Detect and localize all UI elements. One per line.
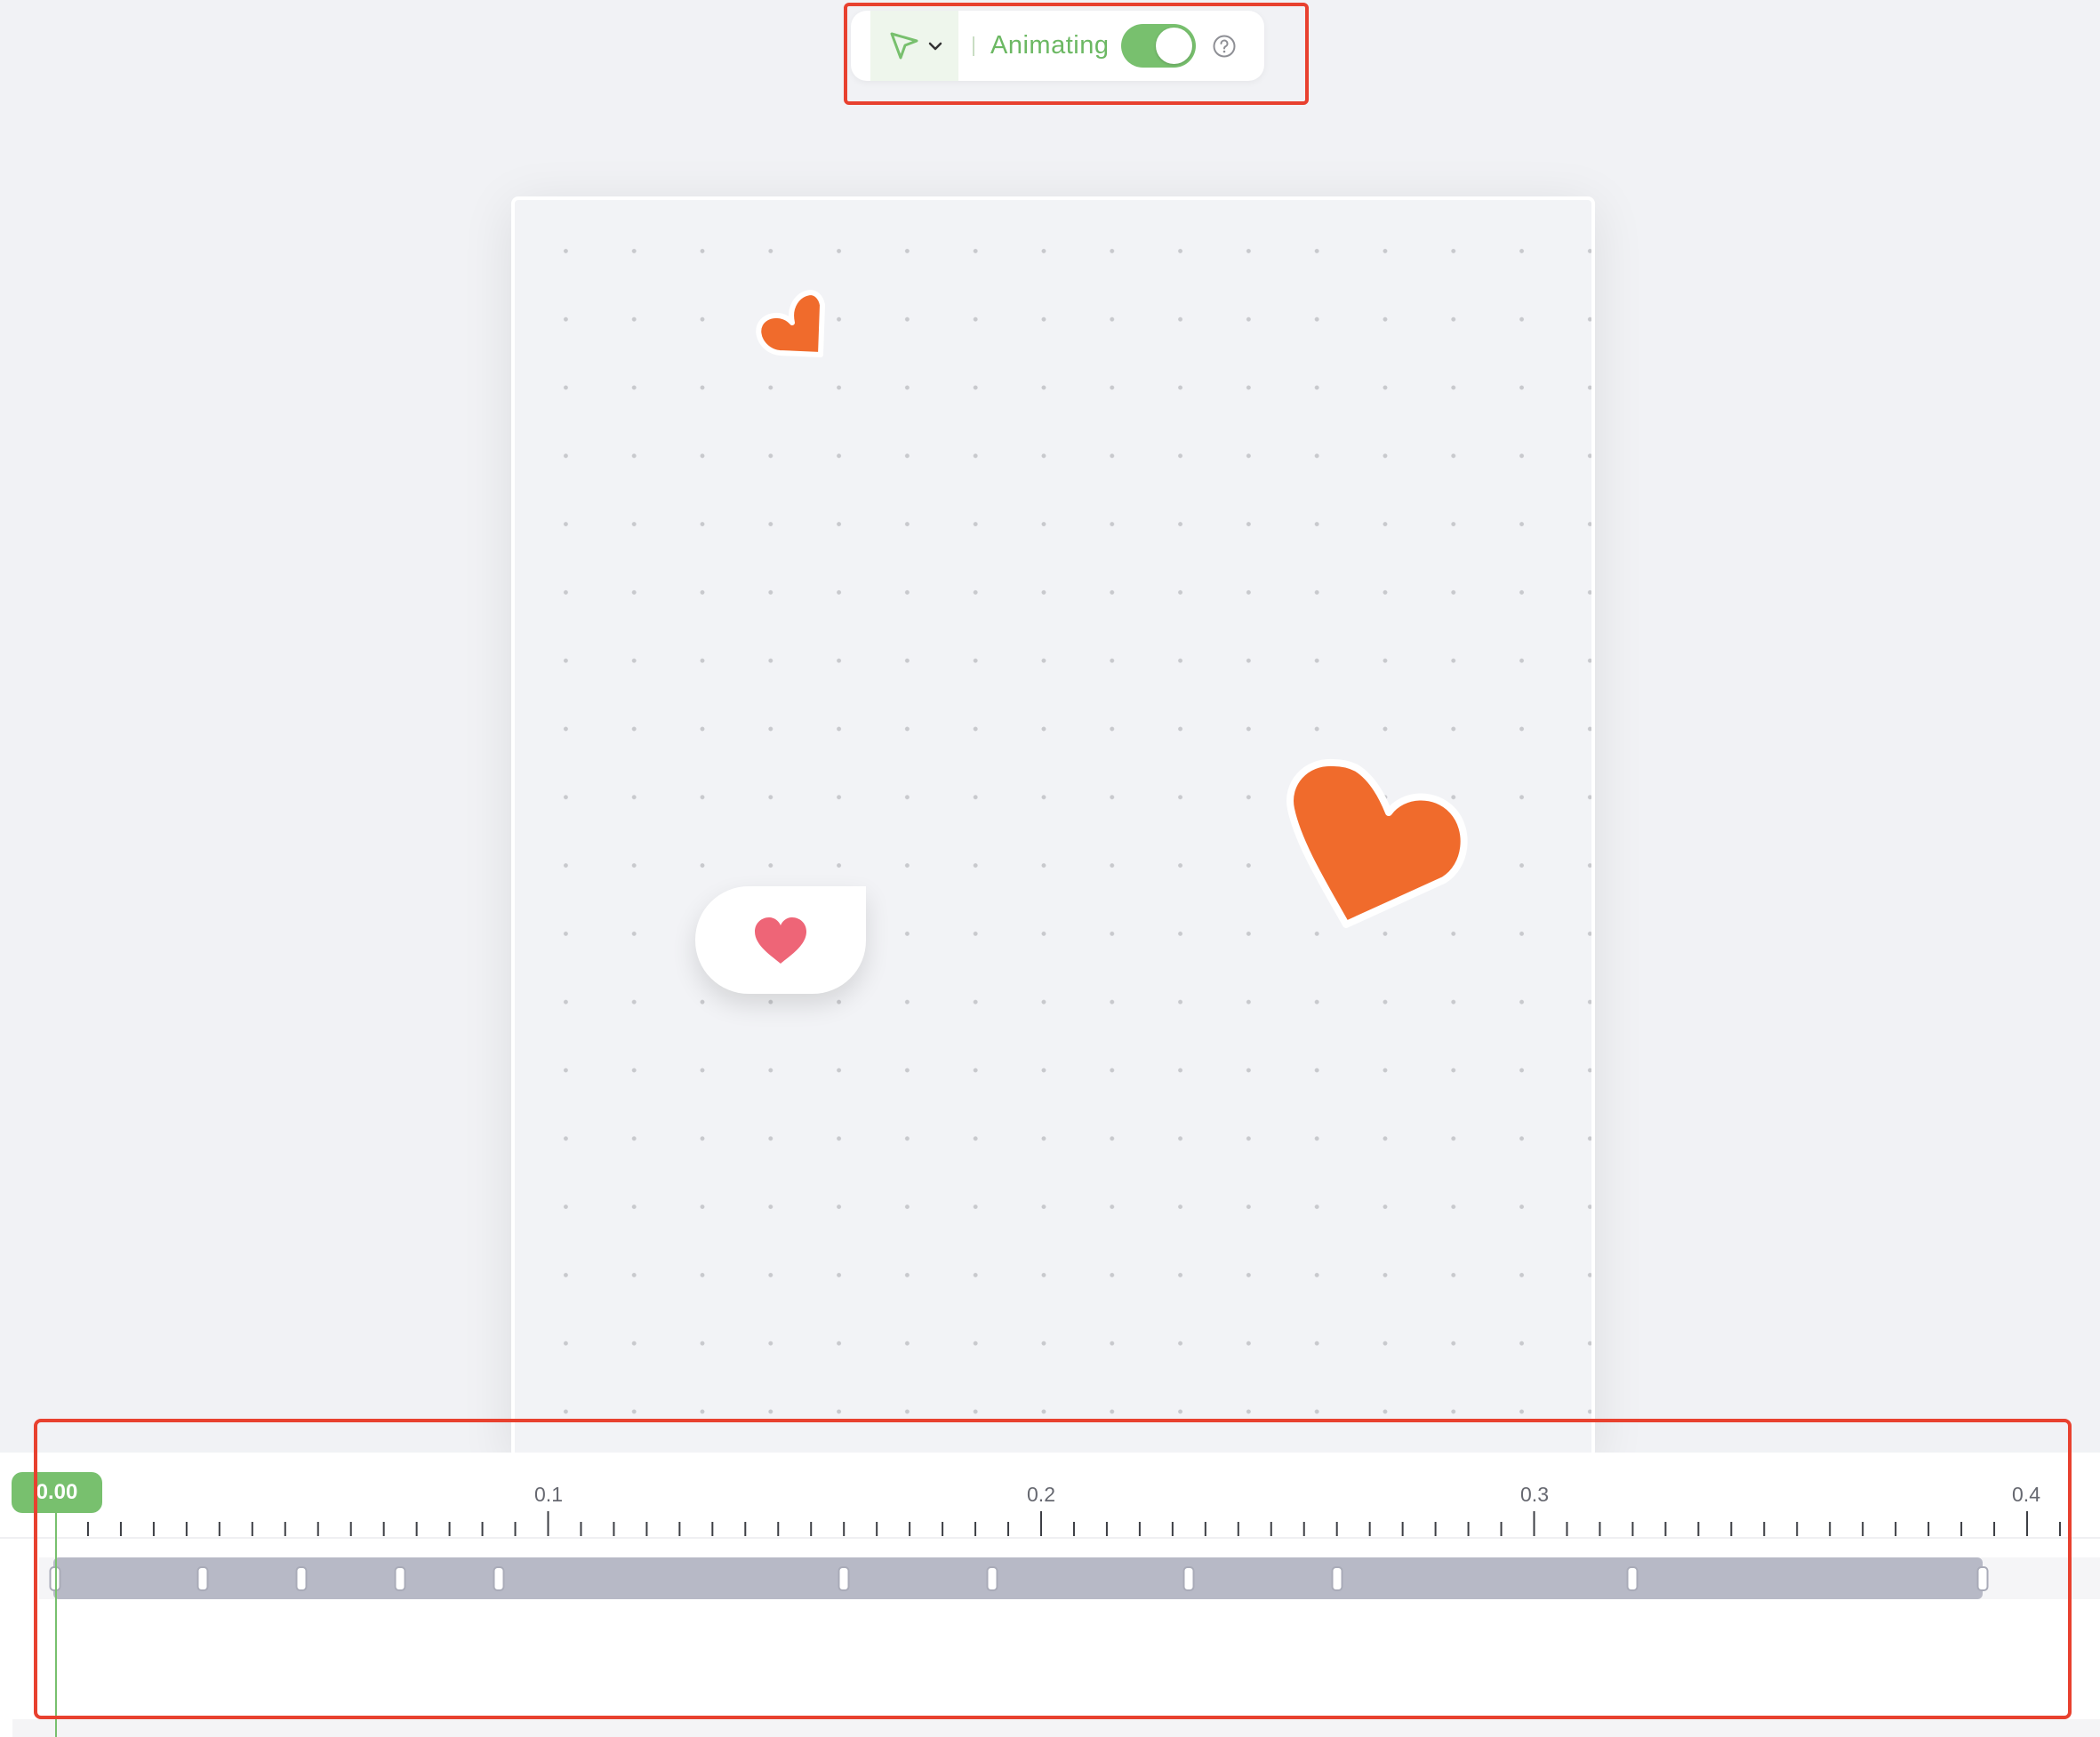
keyframe-handle[interactable] — [1976, 1566, 1989, 1591]
timeline-scroll-strip[interactable] — [12, 1719, 2100, 1737]
keyframe-handle[interactable] — [295, 1566, 308, 1591]
keyframe-handle[interactable] — [394, 1566, 406, 1591]
keyframe-handle[interactable] — [986, 1566, 998, 1591]
keyframe-handle[interactable] — [838, 1566, 850, 1591]
ruler-label-0.2: 0.2 — [1027, 1483, 1055, 1506]
keyframe-handle[interactable] — [493, 1566, 505, 1591]
ruler-label-0.3: 0.3 — [1520, 1483, 1549, 1506]
playhead-line — [55, 1511, 57, 1737]
heart-icon — [755, 917, 806, 964]
animation-track-bar[interactable] — [53, 1557, 1983, 1599]
heart-bubble[interactable] — [695, 886, 866, 994]
keyframe-handle[interactable] — [196, 1566, 209, 1591]
keyframe-handle[interactable] — [1626, 1566, 1639, 1591]
toolbar-highlight-box — [844, 3, 1309, 105]
small-heart-shape[interactable] — [749, 287, 827, 362]
large-heart-shape[interactable] — [1278, 754, 1474, 933]
keyframe-handle[interactable] — [1331, 1566, 1343, 1591]
ruler-label-0.1: 0.1 — [534, 1483, 563, 1506]
playhead-time-badge[interactable]: 0.00 — [12, 1472, 102, 1513]
ruler-label-0.4: 0.4 — [2012, 1483, 2040, 1506]
keyframe-handle[interactable] — [1182, 1566, 1195, 1591]
